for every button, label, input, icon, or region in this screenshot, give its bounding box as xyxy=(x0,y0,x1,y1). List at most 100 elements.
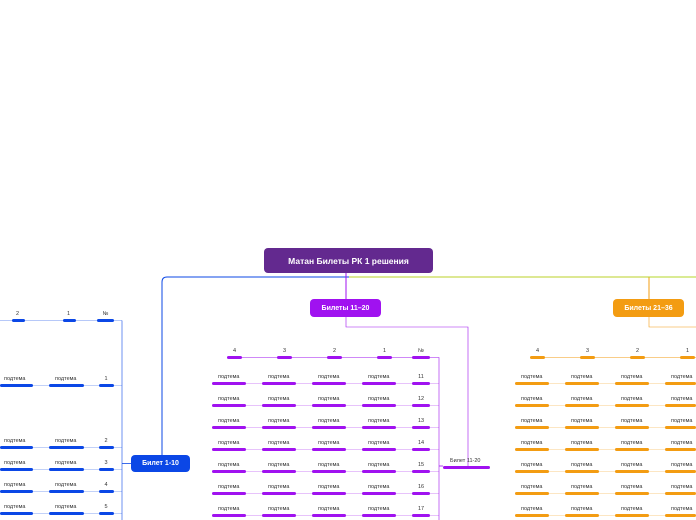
purple-row-6-subtopic-1: подтема xyxy=(268,506,290,512)
purple-row-5-bar-num[interactable] xyxy=(412,492,430,495)
branch-tickets-21-36[interactable]: Билеты 21–36 xyxy=(613,299,684,317)
purple-row-6-bar-3[interactable] xyxy=(362,514,396,517)
purple-row-3-bar-3[interactable] xyxy=(362,448,396,451)
purple-row-1-bar-3[interactable] xyxy=(362,404,396,407)
purple-row-5-bar-2[interactable] xyxy=(312,492,346,495)
blue-row-2-bar-0[interactable] xyxy=(0,468,33,471)
blue-row-3-bar-0[interactable] xyxy=(0,490,33,493)
purple-row-3-bar-num[interactable] xyxy=(412,448,430,451)
purple-row-4-bar-num[interactable] xyxy=(412,470,430,473)
purple-row-2-bar-num[interactable] xyxy=(412,426,430,429)
orange-row-3-bar-3[interactable] xyxy=(665,448,696,451)
subnode-bar-11-20[interactable] xyxy=(443,466,490,469)
purple-row-1-bar-0[interactable] xyxy=(212,404,246,407)
blue-row-4-bar-1[interactable] xyxy=(49,512,84,515)
purple-row-5-bar-1[interactable] xyxy=(262,492,296,495)
orange-row-3-bar-0[interactable] xyxy=(515,448,549,451)
purple-row-1-bar-num[interactable] xyxy=(412,404,430,407)
purple-row-6-bar-1[interactable] xyxy=(262,514,296,517)
purple-row-2-bar-1[interactable] xyxy=(262,426,296,429)
orange-row-4-bar-0[interactable] xyxy=(515,470,549,473)
purple-row-4-bar-2[interactable] xyxy=(312,470,346,473)
orange-header-bar-1[interactable] xyxy=(580,356,595,359)
orange-row-2-bar-1[interactable] xyxy=(565,426,599,429)
orange-row-0-bar-2[interactable] xyxy=(615,382,649,385)
purple-row-6-bar-2[interactable] xyxy=(312,514,346,517)
orange-row-0-bar-0[interactable] xyxy=(515,382,549,385)
orange-row-5-subtopic-3: подтема xyxy=(671,484,693,490)
blue-row-4-bar-0[interactable] xyxy=(0,512,33,515)
orange-row-6-bar-0[interactable] xyxy=(515,514,549,517)
root-topic[interactable]: Матан Билеты РК 1 решения xyxy=(264,248,433,273)
blue-header-bar-2[interactable] xyxy=(97,319,114,322)
blue-row-0-bar-1[interactable] xyxy=(49,384,84,387)
orange-header-bar-2[interactable] xyxy=(630,356,645,359)
blue-row-2-bar-1[interactable] xyxy=(49,468,84,471)
orange-header-bar-3[interactable] xyxy=(680,356,695,359)
orange-row-2-subtopic-0: подтема xyxy=(521,418,543,424)
purple-header-bar-3[interactable] xyxy=(377,356,392,359)
purple-row-3-bar-2[interactable] xyxy=(312,448,346,451)
orange-row-4-bar-1[interactable] xyxy=(565,470,599,473)
blue-row-4-bar-num[interactable] xyxy=(99,512,114,515)
purple-row-0-bar-num[interactable] xyxy=(412,382,430,385)
purple-header-bar-0[interactable] xyxy=(227,356,242,359)
orange-row-5-bar-1[interactable] xyxy=(565,492,599,495)
orange-row-1-bar-2[interactable] xyxy=(615,404,649,407)
blue-row-3-bar-1[interactable] xyxy=(49,490,84,493)
blue-header-bar-0[interactable] xyxy=(12,319,25,322)
purple-row-3-bar-1[interactable] xyxy=(262,448,296,451)
purple-row-5-subtopic-0: подтема xyxy=(218,484,240,490)
blue-row-1-bar-1[interactable] xyxy=(49,446,84,449)
purple-row-4-bar-3[interactable] xyxy=(362,470,396,473)
orange-row-2-bar-0[interactable] xyxy=(515,426,549,429)
orange-row-0-bar-3[interactable] xyxy=(665,382,696,385)
purple-row-0-bar-1[interactable] xyxy=(262,382,296,385)
purple-row-0-bar-2[interactable] xyxy=(312,382,346,385)
orange-row-6-bar-2[interactable] xyxy=(615,514,649,517)
orange-header-bar-0[interactable] xyxy=(530,356,545,359)
orange-row-2-bar-2[interactable] xyxy=(615,426,649,429)
blue-row-0-bar-0[interactable] xyxy=(0,384,33,387)
orange-row-3-bar-1[interactable] xyxy=(565,448,599,451)
orange-row-1-bar-3[interactable] xyxy=(665,404,696,407)
purple-row-4-bar-0[interactable] xyxy=(212,470,246,473)
blue-header-bar-1[interactable] xyxy=(63,319,76,322)
orange-row-3-bar-2[interactable] xyxy=(615,448,649,451)
orange-row-2-bar-3[interactable] xyxy=(665,426,696,429)
orange-row-0-bar-1[interactable] xyxy=(565,382,599,385)
orange-row-1-bar-1[interactable] xyxy=(565,404,599,407)
purple-row-5-bar-0[interactable] xyxy=(212,492,246,495)
blue-row-1-bar-0[interactable] xyxy=(0,446,33,449)
purple-row-0-bar-0[interactable] xyxy=(212,382,246,385)
blue-row-3-bar-num[interactable] xyxy=(99,490,114,493)
purple-row-1-bar-2[interactable] xyxy=(312,404,346,407)
purple-row-0-bar-3[interactable] xyxy=(362,382,396,385)
orange-row-5-bar-2[interactable] xyxy=(615,492,649,495)
orange-row-6-bar-1[interactable] xyxy=(565,514,599,517)
purple-row-2-bar-3[interactable] xyxy=(362,426,396,429)
purple-row-6-bar-num[interactable] xyxy=(412,514,430,517)
purple-header-bar-2[interactable] xyxy=(327,356,342,359)
purple-row-6-bar-0[interactable] xyxy=(212,514,246,517)
blue-row-0-bar-num[interactable] xyxy=(99,384,114,387)
purple-row-5-bar-3[interactable] xyxy=(362,492,396,495)
orange-row-4-bar-3[interactable] xyxy=(665,470,696,473)
purple-row-1-bar-1[interactable] xyxy=(262,404,296,407)
purple-header-bar-1[interactable] xyxy=(277,356,292,359)
branch-tickets-11-20[interactable]: Билеты 11–20 xyxy=(310,299,381,317)
purple-row-3-bar-0[interactable] xyxy=(212,448,246,451)
purple-row-2-bar-0[interactable] xyxy=(212,426,246,429)
orange-row-4-bar-2[interactable] xyxy=(615,470,649,473)
branch-tickets-1-10[interactable]: Билет 1-10 xyxy=(131,455,190,472)
purple-row-4-bar-1[interactable] xyxy=(262,470,296,473)
orange-row-5-bar-3[interactable] xyxy=(665,492,696,495)
purple-header-4: № xyxy=(418,348,424,354)
orange-row-5-bar-0[interactable] xyxy=(515,492,549,495)
orange-row-6-bar-3[interactable] xyxy=(665,514,696,517)
purple-header-bar-4[interactable] xyxy=(412,356,430,359)
purple-row-2-bar-2[interactable] xyxy=(312,426,346,429)
blue-row-2-bar-num[interactable] xyxy=(99,468,114,471)
blue-row-1-bar-num[interactable] xyxy=(99,446,114,449)
orange-row-1-bar-0[interactable] xyxy=(515,404,549,407)
